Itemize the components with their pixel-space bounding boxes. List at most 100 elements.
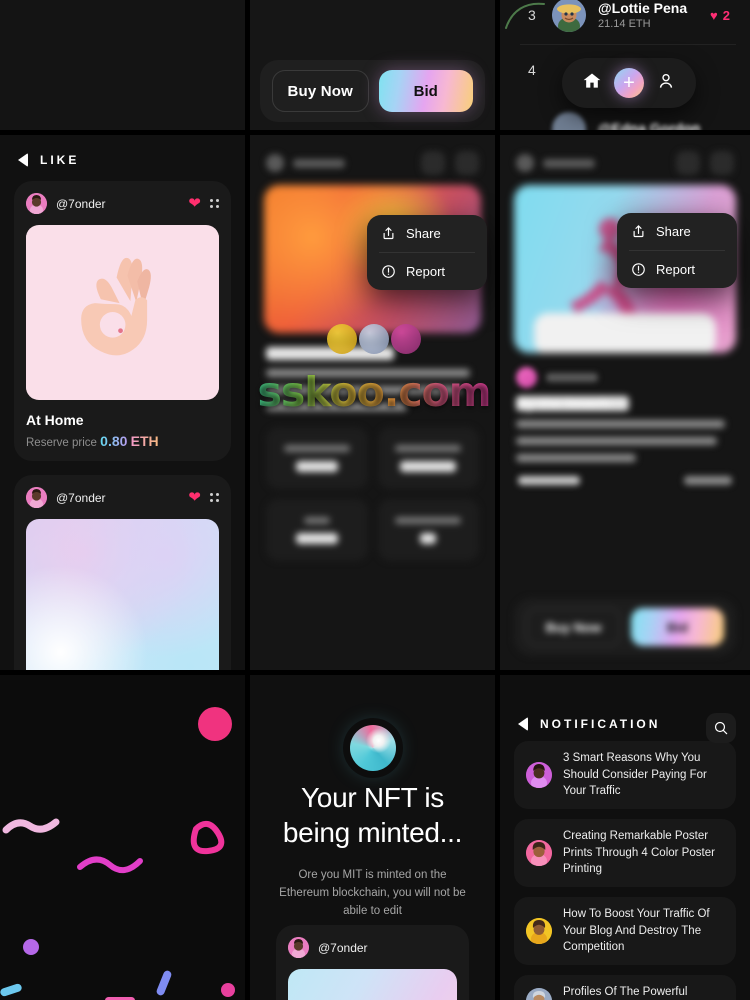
detail-header: [500, 135, 750, 175]
panel-notifications: NOTIFICATION 3 Smart Reasons Why You Sho…: [500, 675, 750, 1000]
stat-cell[interactable]: [266, 499, 368, 561]
share-icon[interactable]: [676, 151, 700, 175]
more-options-icon[interactable]: [710, 151, 734, 175]
panel-nft-detail-2: Share Report By the beach Buy Now Bid: [500, 135, 750, 670]
text-line: [266, 403, 407, 411]
stat-cell[interactable]: [377, 499, 479, 561]
detail-meta: [500, 462, 750, 485]
minting-subtitle: Ore you MIT is minted on the Ethereum bl…: [279, 869, 466, 917]
card-price: Reserve price 0.80 ETH: [26, 433, 219, 449]
meta-left: [518, 476, 580, 485]
list-item-label: How To Boost Your Traffic Of Your Blog A…: [563, 908, 710, 954]
menu-item-report[interactable]: Report: [367, 253, 487, 290]
avatar: [26, 487, 47, 508]
leaderboard-row-partial[interactable]: @Edna Gordon: [500, 112, 750, 130]
list-item[interactable]: Profiles Of The Powerful Advertising Exe…: [514, 975, 736, 1000]
avatar: [26, 193, 47, 214]
search-icon: [714, 721, 728, 735]
leaderboard-handle: @Lottie Pena: [598, 0, 688, 16]
minting-orb-icon: [349, 725, 396, 771]
minting-preview-image: [288, 969, 457, 1000]
price-label: Reserve price: [26, 437, 97, 449]
buy-now-button[interactable]: Buy Now: [526, 608, 621, 646]
panel-buy-bid: Buy Now Bid: [250, 0, 495, 130]
panel-gap: [0, 670, 750, 675]
menu-item-share[interactable]: Share: [617, 213, 737, 250]
likes-header: LIKE: [0, 135, 245, 167]
avatar: [526, 762, 552, 788]
stat-cell[interactable]: [377, 427, 479, 489]
price-value: 0.80: [100, 433, 128, 449]
panel-gap: [245, 0, 250, 1000]
header-buttons: [676, 151, 734, 175]
heart-icon[interactable]: ❤: [188, 196, 201, 211]
heart-icon[interactable]: ❤: [188, 490, 201, 505]
add-button[interactable]: +: [614, 68, 644, 98]
creator-row: [500, 353, 750, 388]
bid-button[interactable]: Bid: [631, 608, 724, 646]
panel-likes: LIKE @7onder ❤ At Home Reserve price 0.8…: [0, 135, 245, 670]
card-header: @7onder ❤: [26, 487, 219, 508]
like-count-value: 2: [722, 7, 730, 23]
card-handle: @7onder: [56, 490, 106, 505]
panel-gap: [0, 130, 750, 135]
avatar: [552, 0, 586, 32]
menu-item-label: Share: [656, 224, 691, 239]
report-icon: [632, 263, 645, 276]
panel-leaderboard: 3 @Lottie Pena 21.14 ETH ♥ 2 4 + @Edna G…: [500, 0, 750, 130]
list-item-label: Profiles Of The Powerful Advertising Exe…: [563, 986, 688, 999]
bid-button[interactable]: Bid: [378, 70, 473, 112]
list-item[interactable]: Creating Remarkable Poster Prints Throug…: [514, 819, 736, 888]
minting-preview-card[interactable]: @7onder: [276, 925, 469, 1000]
list-item-label: Creating Remarkable Poster Prints Throug…: [563, 830, 715, 876]
leaderboard-handle: @Edna Gordon: [598, 120, 701, 130]
list-item[interactable]: 3 Smart Reasons Why You Should Consider …: [514, 741, 736, 810]
decorative-arc: [500, 0, 548, 40]
card-title: At Home: [26, 412, 84, 428]
home-icon[interactable]: [582, 71, 602, 96]
header-buttons: [421, 151, 479, 175]
menu-item-label: Report: [656, 262, 696, 277]
panel-top-left-empty: [0, 0, 245, 130]
screenshot-board: Buy Now Bid 3 @Lottie Pena 21.14 ETH ♥ 2…: [0, 0, 750, 1000]
card-handle: @7onder: [56, 196, 106, 211]
detail-title: By the beach: [516, 396, 630, 413]
minting-title: Your NFT is being minted...: [250, 780, 495, 850]
text-line: [516, 437, 717, 445]
detail-description: [250, 347, 495, 411]
more-options-icon[interactable]: [210, 493, 219, 502]
card-header: @7onder ❤: [26, 193, 219, 214]
panel-gap: [495, 0, 500, 1000]
stat-cell[interactable]: [266, 427, 368, 489]
search-button[interactable]: [706, 713, 736, 743]
card-handle: @7onder: [318, 940, 368, 955]
buy-now-button[interactable]: Buy Now: [272, 70, 369, 112]
detail-body: By the beach: [500, 396, 750, 462]
detail-title-placeholder: [266, 347, 394, 360]
list-item[interactable]: How To Boost Your Traffic Of Your Blog A…: [514, 897, 736, 966]
share-icon: [383, 227, 394, 240]
list-item-label: 3 Smart Reasons Why You Should Consider …: [563, 752, 707, 798]
page-title: LIKE: [40, 153, 80, 167]
image-info-bar: [534, 313, 716, 353]
nft-card[interactable]: @7onder ❤: [14, 475, 231, 670]
more-options-icon[interactable]: [455, 151, 479, 175]
menu-item-report[interactable]: Report: [617, 251, 737, 288]
leaderboard-eth: 21.14 ETH: [598, 18, 651, 31]
report-icon: [382, 265, 395, 278]
more-options-icon[interactable]: [210, 199, 219, 208]
detail-stats-grid: [250, 411, 495, 561]
avatar: [526, 840, 552, 867]
back-arrow-icon[interactable]: [518, 717, 528, 731]
menu-item-share[interactable]: Share: [367, 215, 487, 252]
handle-placeholder: [293, 158, 345, 168]
nft-card[interactable]: @7onder ❤ At Home Reserve price 0.80 ETH: [14, 181, 231, 461]
share-icon[interactable]: [421, 151, 445, 175]
avatar: [266, 154, 284, 172]
avatar: [516, 367, 537, 388]
menu-item-label: Report: [406, 264, 446, 279]
panel-minting: Your NFT is being minted... Ore you MIT …: [250, 675, 495, 1000]
back-arrow-icon[interactable]: [18, 153, 28, 167]
text-line: [516, 454, 636, 462]
profile-icon[interactable]: [656, 71, 676, 96]
